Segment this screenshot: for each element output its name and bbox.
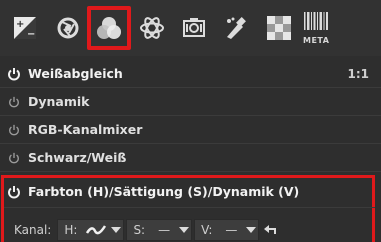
power-icon [9,96,19,107]
tool-row-white-balance[interactable]: Weißabgleich 1:1 [0,60,381,87]
aperture-icon [57,17,79,39]
meta-tab-label: META [303,36,330,45]
svg-text:−: − [27,29,35,40]
tab-raw[interactable] [214,6,258,50]
tab-transform[interactable] [172,6,216,50]
raw-pipette-icon [227,17,246,39]
saturation-label: S: [133,222,146,237]
dropdown-arrow-icon [109,226,123,233]
divider [0,171,381,172]
tool-tabs-toolbar: + − META [0,0,381,56]
dropdown-arrow-icon [244,226,258,233]
power-toggle-hsv[interactable] [0,178,28,205]
power-toggle-white-balance[interactable] [0,60,28,87]
tab-meta[interactable]: META [295,6,339,50]
channel-label: Kanal: [14,222,52,237]
hue-curve-selector[interactable]: H: [57,218,125,241]
tool-row-black-white[interactable]: Schwarz/Weiß [0,144,381,171]
hsv-channel-controls: Kanal: H: S: — V: — [4,217,377,242]
transform-icon [183,18,205,37]
tab-advanced[interactable] [130,6,174,50]
tool-row-hsv[interactable]: Farbton (H)/Sättigung (S)/Dynamik (V) [0,178,381,205]
barcode-icon [304,12,328,30]
tab-detail[interactable] [46,6,90,50]
power-icon [9,152,19,163]
svg-text:+: + [16,19,24,30]
tool-label-rgb-mixer: RGB-Kanalmixer [28,122,143,137]
value-label: V: [201,222,213,237]
badge-1-to-1: 1:1 [347,66,370,81]
checker-icon [267,16,291,40]
power-icon [8,185,20,198]
saturation-curve-selector[interactable]: S: — [126,218,193,241]
saturation-curve-value: — [158,222,171,237]
tool-label-hsv: Farbton (H)/Sättigung (S)/Dynamik (V) [28,184,300,199]
tone-curve-icon: + − [14,17,36,40]
tool-label-black-white: Schwarz/Weiß [28,150,127,165]
hue-label: H: [64,222,78,237]
reset-curve-button[interactable] [261,224,279,236]
tool-row-dynamic[interactable]: Dynamik [0,88,381,115]
tab-color[interactable] [87,6,131,50]
value-curve-selector[interactable]: V: — [194,218,260,241]
tool-label-white-balance: Weißabgleich [28,66,123,81]
tool-label-dynamic: Dynamik [28,94,90,109]
power-toggle-dynamic[interactable] [0,88,28,115]
tool-row-rgb-mixer[interactable]: RGB-Kanalmixer [0,116,381,143]
value-curve-value: — [225,222,238,237]
atom-icon [140,17,164,39]
color-circles-icon [97,17,121,39]
divider [4,207,375,208]
dropdown-arrow-icon [177,226,191,233]
hue-curve-icon [83,223,109,237]
tab-exposure[interactable]: + − [3,6,47,50]
power-icon [9,124,19,135]
power-toggle-black-white[interactable] [0,144,28,171]
power-toggle-rgb-mixer[interactable] [0,116,28,143]
power-icon [8,67,20,80]
undo-arrow-icon [264,224,277,234]
